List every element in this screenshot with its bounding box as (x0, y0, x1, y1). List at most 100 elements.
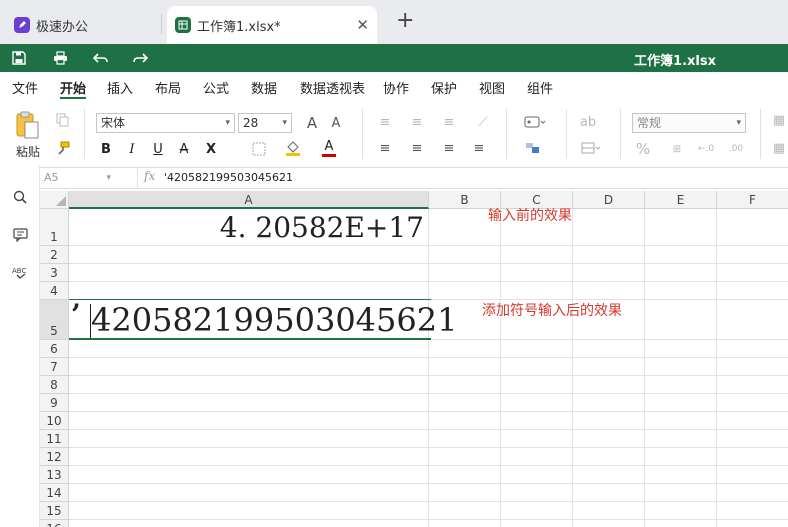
underline-button[interactable]: U (148, 139, 168, 159)
tab-separator (161, 14, 162, 34)
row-header-7[interactable]: 7 (40, 358, 69, 376)
column-header-f[interactable]: F (717, 191, 788, 209)
bold-button[interactable]: B (96, 139, 116, 159)
tab-home[interactable]: 极速办公 (0, 6, 160, 44)
chevron-down-icon: ▾ (225, 118, 230, 128)
chevron-down-icon: ▾ (106, 173, 111, 183)
column-header-d[interactable]: D (573, 191, 645, 209)
row-header-15[interactable]: 15 (40, 502, 69, 520)
select-all-corner[interactable] (40, 191, 69, 209)
row-header-2[interactable]: 2 (40, 246, 69, 264)
menu-pivot-table[interactable]: 数据透视表 (300, 78, 365, 97)
wrap-text-icon[interactable]: ab (578, 113, 598, 131)
decrease-decimal-icon[interactable]: .00 (726, 139, 746, 159)
row-header-6[interactable]: 6 (40, 340, 69, 358)
save-icon[interactable] (10, 49, 28, 67)
annotation-before: 输入前的效果 (488, 208, 572, 224)
percent-button[interactable]: % (632, 139, 654, 159)
paste-icon[interactable] (10, 109, 44, 141)
row-header-4[interactable]: 4 (40, 282, 69, 300)
row-header-12[interactable]: 12 (40, 448, 69, 466)
cell-a5-apostrophe: ’ (71, 298, 81, 331)
tab-workbook[interactable]: 工作簿1.xlsx* ✕ (167, 6, 377, 44)
menu-layout[interactable]: 布局 (155, 78, 181, 97)
row-header-3[interactable]: 3 (40, 264, 69, 282)
table-format-icon[interactable]: ▦ (770, 111, 788, 129)
menu-insert[interactable]: 插入 (107, 78, 133, 97)
shrink-font-button[interactable]: A (326, 113, 346, 133)
close-icon[interactable]: ✕ (356, 16, 369, 34)
row-header-11[interactable]: 11 (40, 430, 69, 448)
row-header-13[interactable]: 13 (40, 466, 69, 484)
font-color-label: A (324, 138, 334, 154)
font-color-button[interactable]: A (318, 137, 340, 159)
rocket-icon (14, 17, 30, 33)
menu-formula[interactable]: 公式 (203, 78, 229, 97)
menu-data[interactable]: 数据 (251, 78, 277, 97)
menu-home[interactable]: 开始 (60, 78, 86, 97)
number-format-value: 常规 (637, 116, 662, 130)
format-painter-icon[interactable] (54, 139, 72, 157)
new-tab-icon[interactable]: + (396, 8, 414, 33)
document-title: 工作簿1.xlsx (634, 54, 716, 69)
row-header-10[interactable]: 10 (40, 412, 69, 430)
copy-icon[interactable] (54, 111, 72, 129)
search-icon[interactable] (10, 187, 30, 207)
currency-icon[interactable]: ⊞ (664, 139, 690, 159)
cell-a5-value: 420582199503045621 (91, 301, 458, 339)
font-name-select[interactable]: 宋体 ▾ (96, 113, 235, 133)
redo-icon[interactable] (131, 49, 149, 67)
grow-font-button[interactable]: A (302, 113, 322, 133)
formula-input[interactable]: '420582199503045621 (164, 171, 293, 184)
increase-decimal-icon[interactable]: ←.0 (696, 139, 716, 159)
grid-line (500, 209, 501, 527)
align-top-icon[interactable]: ≡ (376, 113, 394, 131)
align-middle-icon[interactable]: ≡ (408, 113, 426, 131)
annotation-after: 添加符号输入后的效果 (482, 303, 622, 319)
text-orientation-icon[interactable]: ⟋ (470, 113, 496, 131)
menu-view[interactable]: 视图 (479, 78, 505, 97)
row-header-8[interactable]: 8 (40, 376, 69, 394)
cell-a1[interactable]: 4. 20582E+17 (69, 209, 427, 245)
row-header-1[interactable]: 1 (40, 209, 69, 246)
spreadsheet-grid[interactable]: A B C D E F 1 2 3 4 5 6 7 8 9 10 11 12 1… (40, 191, 788, 527)
merge-cells-icon[interactable] (578, 139, 604, 157)
align-center-icon[interactable]: ≡ (408, 139, 426, 157)
formula-bar: A5 ▾ fx '420582199503045621 (40, 167, 788, 189)
function-icon[interactable]: fx (144, 169, 155, 183)
conditional-format-icon[interactable]: ▦ (770, 139, 788, 157)
active-cell-a5[interactable]: ’ 420582199503045621 (69, 298, 457, 340)
row-header-16[interactable]: 16 (40, 520, 69, 527)
ribbon-separator (620, 109, 621, 159)
align-bottom-icon[interactable]: ≡ (440, 113, 458, 131)
font-size-select[interactable]: 28 ▾ (238, 113, 292, 133)
column-header-e[interactable]: E (645, 191, 717, 209)
column-header-a[interactable]: A (69, 191, 429, 209)
number-format-select[interactable]: 常规 ▾ (632, 113, 746, 133)
undo-icon[interactable] (91, 49, 109, 67)
menu-file[interactable]: 文件 (12, 78, 38, 97)
spreadsheet-icon (175, 17, 191, 33)
align-right-icon[interactable]: ≡ (440, 139, 458, 157)
print-icon[interactable] (51, 49, 69, 67)
menu-collaborate[interactable]: 协作 (383, 78, 409, 97)
justify-icon[interactable]: ≡ (470, 139, 488, 157)
tab-label: 工作簿1.xlsx* (197, 19, 281, 35)
cell-style-icon[interactable] (520, 139, 550, 157)
strikethrough-button[interactable]: A (174, 139, 194, 159)
menu-protect[interactable]: 保护 (431, 78, 457, 97)
tab-bar: 极速办公 工作簿1.xlsx* ✕ + (0, 0, 788, 44)
subscript-button[interactable]: X (200, 139, 222, 159)
row-header-14[interactable]: 14 (40, 484, 69, 502)
italic-button[interactable]: I (122, 139, 142, 159)
insert-cells-icon[interactable] (520, 113, 550, 131)
borders-icon[interactable] (248, 139, 270, 159)
align-left-icon[interactable]: ≡ (376, 139, 394, 157)
fill-color-icon[interactable] (282, 137, 304, 159)
row-header-9[interactable]: 9 (40, 394, 69, 412)
menu-components[interactable]: 组件 (527, 78, 553, 97)
cell-reference-box[interactable]: A5 ▾ (40, 168, 138, 188)
row-header-5[interactable]: 5 (40, 300, 69, 340)
spellcheck-icon[interactable]: ABC (10, 263, 30, 283)
comment-icon[interactable] (10, 225, 30, 245)
